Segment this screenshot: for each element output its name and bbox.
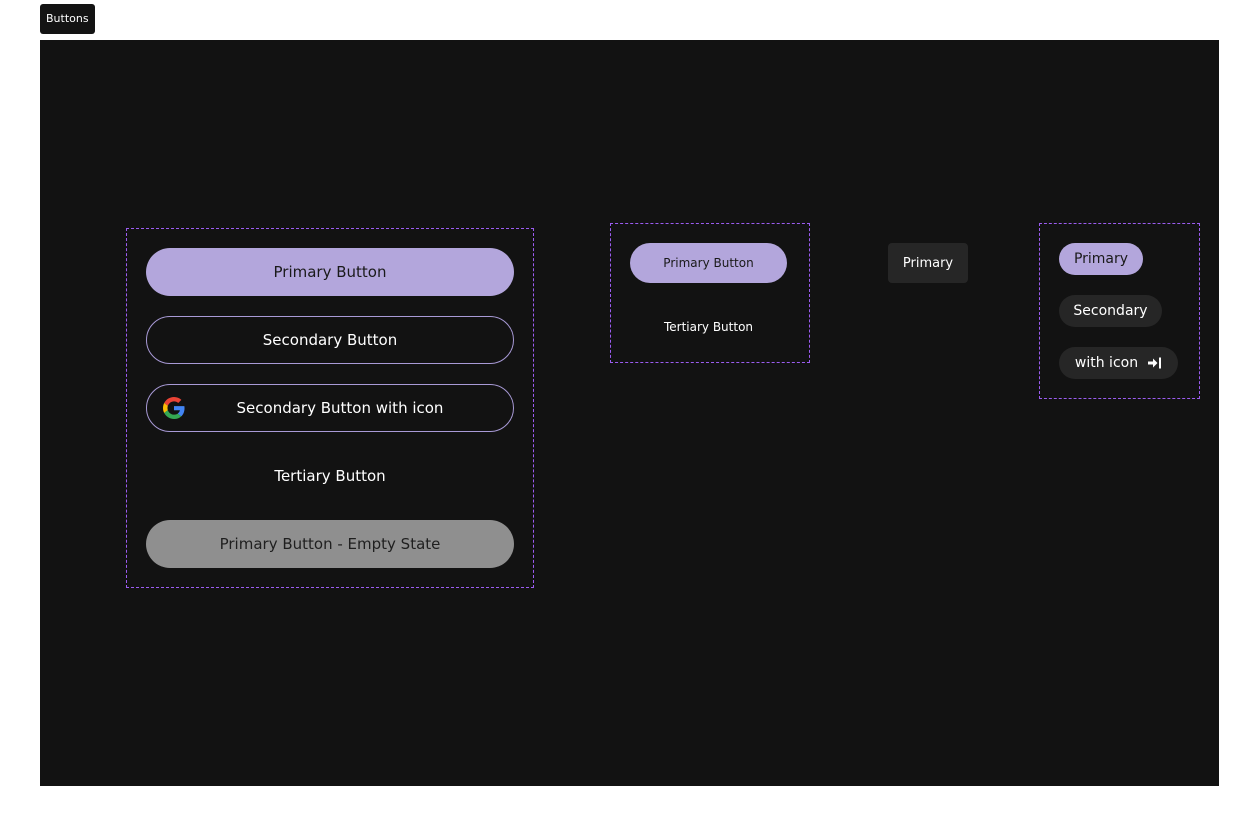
small-tertiary-button[interactable]: Tertiary Button	[630, 307, 787, 347]
chip-with-icon[interactable]: with icon	[1059, 347, 1178, 379]
primary-button-empty-state[interactable]: Primary Button - Empty State	[146, 520, 514, 568]
primary-dark-button-label: Primary	[902, 255, 954, 271]
chip-primary[interactable]: Primary	[1059, 243, 1143, 275]
primary-button[interactable]: Primary Button	[146, 248, 514, 296]
small-primary-button[interactable]: Primary Button	[630, 243, 787, 283]
tertiary-button[interactable]: Tertiary Button	[146, 452, 514, 500]
small-primary-button-label: Primary Button	[663, 256, 754, 270]
primary-button-label: Primary Button	[273, 263, 387, 281]
secondary-button-label: Secondary Button	[262, 331, 398, 349]
small-tertiary-button-label: Tertiary Button	[663, 320, 754, 334]
primary-button-empty-state-label: Primary Button - Empty State	[219, 535, 441, 553]
chip-group: Primary Secondary with icon	[1039, 223, 1200, 399]
sign-in-icon	[1148, 357, 1162, 369]
chip-with-icon-label: with icon	[1074, 355, 1139, 371]
chip-primary-label: Primary	[1073, 251, 1129, 267]
chip-secondary[interactable]: Secondary	[1059, 295, 1162, 327]
secondary-button[interactable]: Secondary Button	[146, 316, 514, 364]
google-icon	[163, 397, 185, 419]
button-group-large: Primary Button Secondary Button Secondar…	[126, 228, 534, 588]
secondary-button-with-icon[interactable]: Secondary Button with icon	[146, 384, 514, 432]
primary-dark-button[interactable]: Primary	[888, 243, 968, 283]
chip-secondary-label: Secondary	[1073, 303, 1148, 319]
button-group-small: Primary Button Tertiary Button	[610, 223, 810, 363]
buttons-canvas: Primary Button Secondary Button Secondar…	[40, 40, 1219, 786]
tertiary-button-label: Tertiary Button	[274, 467, 386, 485]
secondary-button-with-icon-label: Secondary Button with icon	[236, 399, 444, 417]
frame-label: Buttons	[40, 4, 95, 34]
